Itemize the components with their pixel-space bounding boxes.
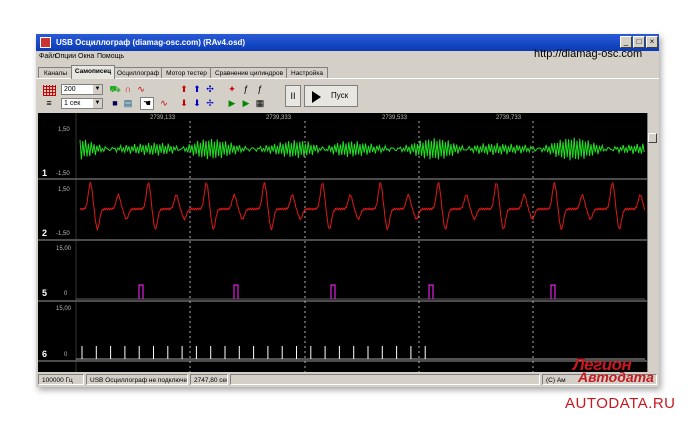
curve-icon[interactable]: ∿ bbox=[135, 84, 147, 95]
watermark-site: AUTODATA.RU bbox=[565, 395, 676, 412]
maximize-button[interactable]: □ bbox=[633, 36, 645, 48]
play-icon[interactable]: ▶ bbox=[226, 98, 238, 109]
grid-icon[interactable] bbox=[43, 85, 56, 96]
start-button-label: Пуск bbox=[331, 91, 349, 100]
car-icon[interactable]: ⛟ bbox=[109, 84, 121, 95]
tab-recorder[interactable]: Самописец bbox=[71, 65, 115, 79]
arrows-icon[interactable]: ✣ bbox=[204, 84, 216, 95]
channel-1-trace bbox=[79, 137, 645, 161]
channel-6-bottom-label: 0 bbox=[64, 352, 68, 358]
time-marker-1: 2739,133 bbox=[150, 115, 176, 121]
time-marker-4: 2739,733 bbox=[496, 115, 522, 121]
app-window: USB Осциллограф (diamag-osc.com) (RAv4.o… bbox=[36, 34, 659, 387]
chevron-down-icon: ▼ bbox=[93, 99, 102, 108]
pause-button[interactable]: II bbox=[285, 85, 301, 107]
channel-1-bottom-label: -1,50 bbox=[56, 171, 70, 177]
channel-5-pulse bbox=[330, 284, 336, 299]
site-url: http://diamag-osc.com bbox=[534, 48, 643, 60]
marker-icon[interactable]: ✦ bbox=[226, 84, 238, 95]
channel-1-top-label: 1,50 bbox=[58, 127, 70, 133]
chevron-down-icon: ▼ bbox=[93, 85, 102, 94]
menu-file[interactable]: Файл bbox=[39, 53, 56, 60]
minimize-button[interactable]: _ bbox=[620, 36, 632, 48]
compress-icon[interactable]: ✢ bbox=[204, 98, 216, 109]
time-select-value: 1 сек bbox=[64, 100, 81, 107]
close-button[interactable]: × bbox=[646, 36, 658, 48]
time-select[interactable]: 1 сек ▼ bbox=[61, 98, 103, 109]
menu-windows[interactable]: Окна bbox=[78, 53, 94, 60]
tab-bar: Каналы Самописец Осциллограф Мотор тесте… bbox=[36, 65, 659, 79]
channel-5-top-label: 15,00 bbox=[56, 246, 72, 252]
wave-red-icon[interactable]: ∿ bbox=[158, 98, 170, 109]
table-icon[interactable]: ▦ bbox=[254, 98, 266, 109]
list-icon[interactable]: ≡ bbox=[43, 98, 55, 109]
channel-2-trace bbox=[79, 180, 646, 232]
arrow-up-red-icon[interactable]: ⬆ bbox=[178, 84, 190, 95]
channel-2-number: 2 bbox=[42, 228, 47, 238]
status-time: 2747,80 сек bbox=[190, 374, 228, 385]
time-marker-2: 2739,333 bbox=[266, 115, 292, 121]
status-empty bbox=[230, 374, 540, 385]
channel-6-number: 6 bbox=[42, 349, 47, 359]
hand-icon[interactable]: ☚ bbox=[140, 97, 154, 110]
channel-2-bottom-label: -1,50 bbox=[56, 231, 70, 237]
channel-2-top-label: 1,50 bbox=[58, 187, 70, 193]
menu-options[interactable]: Опции bbox=[55, 53, 76, 60]
status-bar: 100000 Гц USB Осциллограф не подключен 2… bbox=[36, 373, 659, 386]
channel-1-number: 1 bbox=[42, 168, 47, 178]
time-marker-3: 2739,533 bbox=[382, 115, 408, 121]
channel-6-top-label: 15,00 bbox=[56, 306, 72, 312]
step-icon[interactable]: ▶ bbox=[240, 98, 252, 109]
fx-alt-icon[interactable]: ƒ bbox=[254, 84, 266, 95]
print-icon[interactable]: ▤ bbox=[122, 98, 134, 109]
samples-select[interactable]: 200 ▼ bbox=[61, 84, 103, 95]
samples-select-value: 200 bbox=[64, 86, 76, 93]
channel-5-pulse bbox=[138, 284, 144, 299]
channel-5-pulse bbox=[233, 284, 239, 299]
arrow-down-red-icon[interactable]: ⬇ bbox=[178, 98, 190, 109]
channel-5-bottom-label: 0 bbox=[64, 291, 68, 297]
menu-help[interactable]: Помощь bbox=[97, 53, 124, 60]
start-button[interactable]: Пуск bbox=[304, 85, 358, 107]
fx-icon[interactable]: ƒ bbox=[240, 84, 252, 95]
window-title: USB Осциллограф (diamag-osc.com) (RAv4.o… bbox=[56, 38, 246, 47]
channel-5-number: 5 bbox=[42, 288, 47, 298]
toolbar: ≡ 200 ▼ 1 сек ▼ ⛟ ∩ ∿ ■ ▤ ☚ ⬆ ⬆ ✣ ∿ ⬇ ⬇ ✢ … bbox=[36, 78, 659, 113]
status-sample-rate: 100000 Гц bbox=[38, 374, 84, 385]
oscilloscope-display[interactable]: 2739,133 2739,333 2739,533 2739,733 1,50… bbox=[38, 113, 647, 372]
channel-5-pulse bbox=[550, 284, 556, 299]
watermark-brand-line2: Автодата bbox=[578, 369, 654, 385]
scrollbar-thumb[interactable] bbox=[648, 133, 657, 143]
vertical-scrollbar[interactable] bbox=[647, 113, 657, 372]
save-icon[interactable]: ■ bbox=[109, 98, 121, 109]
play-icon bbox=[312, 91, 321, 103]
wave-icon[interactable]: ∩ bbox=[122, 84, 134, 95]
arrow-up-blue-icon[interactable]: ⬆ bbox=[191, 84, 203, 95]
app-icon bbox=[40, 37, 51, 48]
channel-5-pulse bbox=[428, 284, 434, 299]
arrow-down-blue-icon[interactable]: ⬇ bbox=[191, 98, 203, 109]
status-device: USB Осциллограф не подключен bbox=[86, 374, 188, 385]
